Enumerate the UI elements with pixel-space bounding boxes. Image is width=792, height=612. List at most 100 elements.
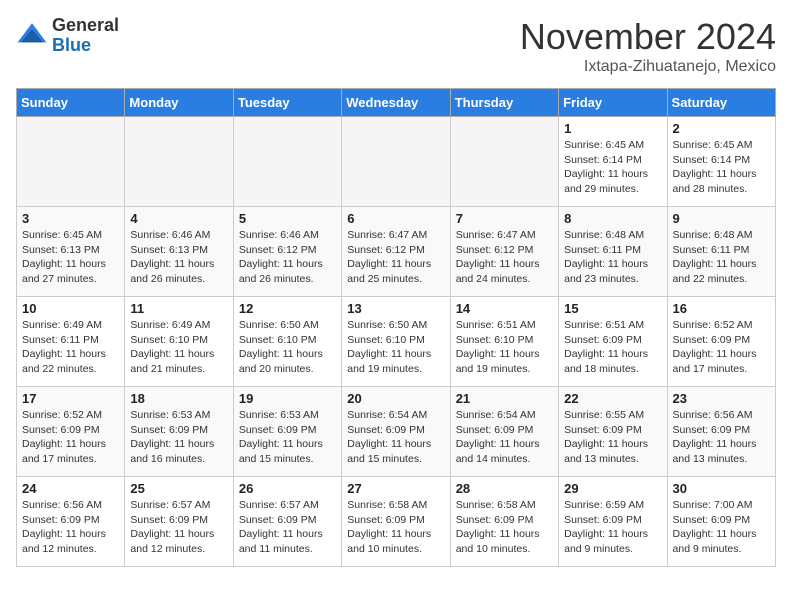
day-info: Sunrise: 6:45 AM Sunset: 6:14 PM Dayligh… [673, 138, 770, 197]
calendar-cell: 23 Sunrise: 6:56 AM Sunset: 6:09 PM Dayli… [667, 387, 775, 477]
day-info: Sunrise: 6:59 AM Sunset: 6:09 PM Dayligh… [564, 498, 661, 557]
calendar-cell: 4Sunrise: 6:46 AM Sunset: 6:13 PM Daylig… [125, 207, 233, 297]
day-info: Sunrise: 6:53 AM Sunset: 6:09 PM Dayligh… [130, 408, 227, 467]
calendar-cell: 7 Sunrise: 6:47 AM Sunset: 6:12 PM Daylig… [450, 207, 558, 297]
day-info: Sunrise: 6:47 AM Sunset: 6:12 PM Dayligh… [456, 228, 553, 287]
calendar-cell: 15 Sunrise: 6:51 AM Sunset: 6:09 PM Dayli… [559, 297, 667, 387]
calendar-cell: 21 Sunrise: 6:54 AM Sunset: 6:09 PM Dayli… [450, 387, 558, 477]
day-info: Sunrise: 6:49 AM Sunset: 6:11 PM Dayligh… [22, 318, 119, 377]
day-info: Sunrise: 6:45 AM Sunset: 6:14 PM Dayligh… [564, 138, 661, 197]
logo-general-text: General [52, 16, 119, 36]
calendar-cell: 30 Sunrise: 7:00 AM Sunset: 6:09 PM Dayli… [667, 477, 775, 567]
day-number: 23 [673, 391, 770, 406]
month-title: November 2024 [520, 16, 776, 58]
day-number: 19 [239, 391, 336, 406]
page-header: General Blue November 2024 Ixtapa-Zihuat… [16, 16, 776, 76]
day-info: Sunrise: 6:54 AM Sunset: 6:09 PM Dayligh… [456, 408, 553, 467]
weekday-header-tuesday: Tuesday [233, 89, 341, 117]
day-info: Sunrise: 6:57 AM Sunset: 6:09 PM Dayligh… [239, 498, 336, 557]
calendar-cell: 18 Sunrise: 6:53 AM Sunset: 6:09 PM Dayli… [125, 387, 233, 477]
logo-blue-text: Blue [52, 36, 119, 56]
day-number: 24 [22, 481, 119, 496]
calendar-cell: 28 Sunrise: 6:58 AM Sunset: 6:09 PM Dayli… [450, 477, 558, 567]
day-info: Sunrise: 7:00 AM Sunset: 6:09 PM Dayligh… [673, 498, 770, 557]
calendar-week-row: 3 Sunrise: 6:45 AM Sunset: 6:13 PM Daylig… [17, 207, 776, 297]
day-number: 27 [347, 481, 444, 496]
day-number: 20 [347, 391, 444, 406]
calendar-cell [450, 117, 558, 207]
day-number: 30 [673, 481, 770, 496]
day-info: Sunrise: 6:48 AM Sunset: 6:11 PM Dayligh… [673, 228, 770, 287]
calendar-week-row: 17Sunrise: 6:52 AM Sunset: 6:09 PM Dayli… [17, 387, 776, 477]
weekday-header-thursday: Thursday [450, 89, 558, 117]
day-number: 11 [130, 301, 227, 316]
day-number: 28 [456, 481, 553, 496]
day-number: 1 [564, 121, 661, 136]
calendar-cell: 24 Sunrise: 6:56 AM Sunset: 6:09 PM Dayli… [17, 477, 125, 567]
day-number: 17 [22, 391, 119, 406]
title-block: November 2024 Ixtapa-Zihuatanejo, Mexico [520, 16, 776, 76]
day-info: Sunrise: 6:53 AM Sunset: 6:09 PM Dayligh… [239, 408, 336, 467]
logo-icon [16, 20, 48, 52]
location-title: Ixtapa-Zihuatanejo, Mexico [520, 58, 776, 76]
day-number: 5 [239, 211, 336, 226]
day-number: 7 [456, 211, 553, 226]
day-info: Sunrise: 6:55 AM Sunset: 6:09 PM Dayligh… [564, 408, 661, 467]
calendar-cell: 14Sunrise: 6:51 AM Sunset: 6:10 PM Dayli… [450, 297, 558, 387]
day-info: Sunrise: 6:48 AM Sunset: 6:11 PM Dayligh… [564, 228, 661, 287]
day-info: Sunrise: 6:52 AM Sunset: 6:09 PM Dayligh… [673, 318, 770, 377]
day-info: Sunrise: 6:45 AM Sunset: 6:13 PM Dayligh… [22, 228, 119, 287]
day-number: 14 [456, 301, 553, 316]
day-info: Sunrise: 6:50 AM Sunset: 6:10 PM Dayligh… [347, 318, 444, 377]
day-number: 10 [22, 301, 119, 316]
weekday-header-monday: Monday [125, 89, 233, 117]
calendar-cell: 12 Sunrise: 6:50 AM Sunset: 6:10 PM Dayli… [233, 297, 341, 387]
day-number: 12 [239, 301, 336, 316]
day-number: 13 [347, 301, 444, 316]
day-number: 18 [130, 391, 227, 406]
day-number: 9 [673, 211, 770, 226]
day-number: 15 [564, 301, 661, 316]
calendar-cell: 2Sunrise: 6:45 AM Sunset: 6:14 PM Daylig… [667, 117, 775, 207]
calendar-cell: 27 Sunrise: 6:58 AM Sunset: 6:09 PM Dayli… [342, 477, 450, 567]
day-info: Sunrise: 6:50 AM Sunset: 6:10 PM Dayligh… [239, 318, 336, 377]
calendar-cell [342, 117, 450, 207]
calendar-cell: 29Sunrise: 6:59 AM Sunset: 6:09 PM Dayli… [559, 477, 667, 567]
calendar-cell: 8Sunrise: 6:48 AM Sunset: 6:11 PM Daylig… [559, 207, 667, 297]
calendar-cell: 16 Sunrise: 6:52 AM Sunset: 6:09 PM Dayli… [667, 297, 775, 387]
day-number: 3 [22, 211, 119, 226]
calendar-cell: 13 Sunrise: 6:50 AM Sunset: 6:10 PM Dayli… [342, 297, 450, 387]
calendar-cell: 25 Sunrise: 6:57 AM Sunset: 6:09 PM Dayli… [125, 477, 233, 567]
calendar-cell: 22Sunrise: 6:55 AM Sunset: 6:09 PM Dayli… [559, 387, 667, 477]
calendar-cell: 10 Sunrise: 6:49 AM Sunset: 6:11 PM Dayli… [17, 297, 125, 387]
calendar-week-row: 10 Sunrise: 6:49 AM Sunset: 6:11 PM Dayli… [17, 297, 776, 387]
day-info: Sunrise: 6:58 AM Sunset: 6:09 PM Dayligh… [456, 498, 553, 557]
calendar-cell: 17Sunrise: 6:52 AM Sunset: 6:09 PM Dayli… [17, 387, 125, 477]
day-info: Sunrise: 6:58 AM Sunset: 6:09 PM Dayligh… [347, 498, 444, 557]
day-info: Sunrise: 6:56 AM Sunset: 6:09 PM Dayligh… [22, 498, 119, 557]
weekday-header-wednesday: Wednesday [342, 89, 450, 117]
calendar-week-row: 24 Sunrise: 6:56 AM Sunset: 6:09 PM Dayli… [17, 477, 776, 567]
calendar-cell [125, 117, 233, 207]
day-info: Sunrise: 6:46 AM Sunset: 6:12 PM Dayligh… [239, 228, 336, 287]
day-info: Sunrise: 6:56 AM Sunset: 6:09 PM Dayligh… [673, 408, 770, 467]
calendar-table: SundayMondayTuesdayWednesdayThursdayFrid… [16, 88, 776, 567]
day-info: Sunrise: 6:57 AM Sunset: 6:09 PM Dayligh… [130, 498, 227, 557]
logo: General Blue [16, 16, 119, 56]
calendar-cell: 11 Sunrise: 6:49 AM Sunset: 6:10 PM Dayli… [125, 297, 233, 387]
day-info: Sunrise: 6:51 AM Sunset: 6:09 PM Dayligh… [564, 318, 661, 377]
calendar-cell [233, 117, 341, 207]
calendar-cell: 6Sunrise: 6:47 AM Sunset: 6:12 PM Daylig… [342, 207, 450, 297]
day-number: 21 [456, 391, 553, 406]
weekday-header-friday: Friday [559, 89, 667, 117]
day-number: 16 [673, 301, 770, 316]
day-number: 25 [130, 481, 227, 496]
calendar-cell: 5 Sunrise: 6:46 AM Sunset: 6:12 PM Daylig… [233, 207, 341, 297]
logo-text: General Blue [52, 16, 119, 56]
day-info: Sunrise: 6:47 AM Sunset: 6:12 PM Dayligh… [347, 228, 444, 287]
calendar-cell: 3 Sunrise: 6:45 AM Sunset: 6:13 PM Daylig… [17, 207, 125, 297]
day-number: 4 [130, 211, 227, 226]
weekday-header-row: SundayMondayTuesdayWednesdayThursdayFrid… [17, 89, 776, 117]
day-info: Sunrise: 6:49 AM Sunset: 6:10 PM Dayligh… [130, 318, 227, 377]
calendar-cell: 19 Sunrise: 6:53 AM Sunset: 6:09 PM Dayli… [233, 387, 341, 477]
